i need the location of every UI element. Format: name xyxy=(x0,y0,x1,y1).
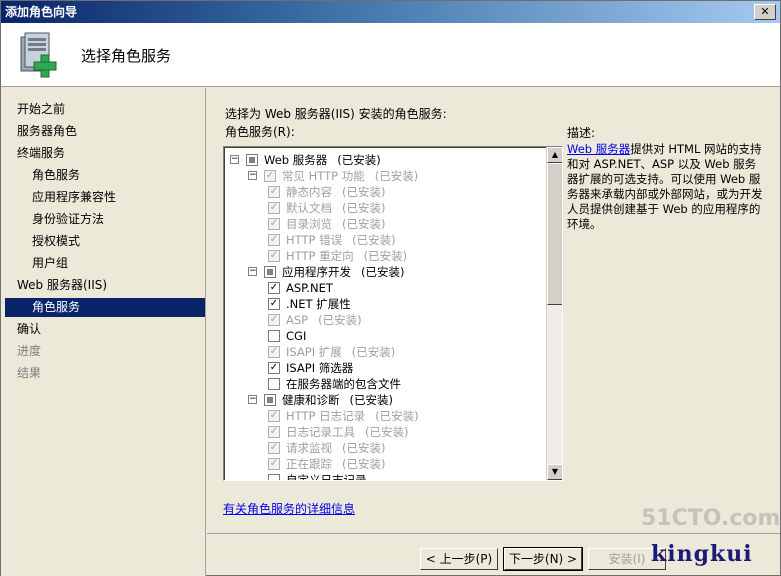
collapse-icon[interactable]: − xyxy=(230,155,239,164)
checkbox: ✓ xyxy=(268,218,280,230)
checkbox: ✓ xyxy=(268,250,280,262)
tree-item-label: 健康和诊断 (已安装) xyxy=(282,393,393,407)
scroll-up-button[interactable]: ▲ xyxy=(547,147,562,163)
checkbox: ✓ xyxy=(268,458,280,470)
nav-item[interactable]: 终端服务 xyxy=(1,144,205,163)
site-watermark: 51CTO.com xyxy=(641,506,781,531)
web-server-link[interactable]: Web 服务器 xyxy=(567,142,630,156)
nav-item: 进度 xyxy=(17,344,42,358)
server-add-icon xyxy=(20,32,57,78)
wizard-nav: 开始之前 服务器角色 终端服务 角色服务 应用程序兼容性 身份验证方法 授权模式 用户组 Web… xyxy=(1,88,206,576)
checkbox[interactable]: ✓ xyxy=(268,282,280,294)
checkbox: ✓ xyxy=(268,442,280,454)
checkbox[interactable] xyxy=(246,154,258,166)
installed-status: (已安装) xyxy=(349,393,393,407)
installed-status: (已安装) xyxy=(374,169,419,183)
tree-item-label: 常见 HTTP 功能 (已安装) xyxy=(282,169,419,183)
page-title: 选择角色服务 xyxy=(81,47,172,65)
collapse-icon[interactable]: − xyxy=(248,395,257,404)
tree-item-label: 目录浏览 (已安装) xyxy=(286,217,386,231)
installed-status: (已安装) xyxy=(363,249,408,263)
checkbox[interactable] xyxy=(268,474,280,480)
tree-item-label: CGI xyxy=(286,329,307,343)
checkbox[interactable] xyxy=(264,266,276,278)
installed-status: (已安装) xyxy=(342,217,386,231)
nav-item[interactable]: 角色服务 xyxy=(1,166,205,185)
installed-status: (已安装) xyxy=(352,233,396,247)
checkbox[interactable] xyxy=(268,330,280,342)
role-services-tree[interactable]: ▲ ▼ − Web 服务器 (已安装) − ✓ 常见 HTTP 功能 (已安装) ✓ 静态内容(… xyxy=(223,146,563,481)
tree-item-label: HTTP 重定向 (已安装) xyxy=(286,249,408,263)
scroll-thumb[interactable] xyxy=(547,163,562,305)
tree-item-label: 默认文档 (已安装) xyxy=(286,201,386,215)
tree-item-label: 自定义日志记录 xyxy=(286,473,367,481)
author-watermark: kingkui xyxy=(651,541,753,567)
tree-item-label: 在服务器端的包含文件 xyxy=(286,377,401,391)
nav-item[interactable]: 授权模式 xyxy=(1,232,205,251)
checkbox: ✓ xyxy=(268,314,280,326)
description-title: 描述: xyxy=(567,126,596,140)
wizard-header: 选择角色服务 xyxy=(1,23,780,87)
more-info-link[interactable]: 有关角色服务的详细信息 xyxy=(223,500,355,517)
prev-button[interactable]: < 上一步(P) xyxy=(420,548,498,570)
description-text: Web 服务器提供对 HTML 网站的支持和对 ASP.NET、ASP 以及 W… xyxy=(567,142,763,232)
tree-item-label: 正在跟踪 (已安装) xyxy=(286,457,386,471)
nav-item[interactable]: 服务器角色 xyxy=(1,122,205,141)
nav-item[interactable]: 身份验证方法 xyxy=(1,210,205,229)
installed-status: (已安装) xyxy=(342,201,386,215)
installed-status: (已安装) xyxy=(351,345,396,359)
tree-item-label: Web 服务器 (已安装) xyxy=(264,153,381,167)
installed-status: (已安装) xyxy=(342,185,386,199)
checkbox[interactable]: ✓ xyxy=(268,298,280,310)
nav-item[interactable]: 确认 xyxy=(1,320,205,339)
role-services-label: 角色服务(R): xyxy=(225,125,295,139)
tree-item-label: ISAPI 扩展 (已安装) xyxy=(286,345,396,359)
next-button[interactable]: 下一步(N) > xyxy=(503,547,583,571)
tree-item-label: ISAPI 筛选器 xyxy=(286,361,354,375)
tree-item-label: ASP (已安装) xyxy=(286,313,362,327)
tree-item-label: 静态内容 (已安装) xyxy=(286,185,386,199)
window-title: 添加角色向导 xyxy=(5,5,78,19)
checkbox: ✓ xyxy=(268,346,280,358)
checkbox: ✓ xyxy=(268,234,280,246)
checkbox[interactable]: ✓ xyxy=(268,362,280,374)
tree-item-label: HTTP 错误 (已安装) xyxy=(286,233,396,247)
title-bar[interactable]: 添加角色向导 ✕ xyxy=(1,1,780,23)
installed-status: (已安装) xyxy=(318,313,362,327)
checkbox[interactable] xyxy=(268,378,280,390)
tree-item-label: HTTP 日志记录 (已安装) xyxy=(286,409,419,423)
checkbox[interactable] xyxy=(264,394,276,406)
nav-item[interactable]: Web 服务器(IIS) xyxy=(1,276,205,295)
nav-item[interactable]: 应用程序兼容性 xyxy=(1,188,205,207)
wizard-window: 添加角色向导 ✕ 选择角色服务 开始之前 服务器角色 终端服务 角色服务 应用程序兼容性… xyxy=(0,0,781,576)
tree-item-label: ASP.NET xyxy=(286,281,333,295)
main-panel: 选择为 Web 服务器(IIS) 安装的角色服务: 角色服务(R): ▲ ▼ −… xyxy=(207,88,780,533)
nav-item[interactable]: 开始之前 xyxy=(1,100,205,119)
installed-status: (已安装) xyxy=(375,409,419,423)
installed-status: (已安装) xyxy=(342,441,386,455)
scroll-down-button[interactable]: ▼ xyxy=(547,464,562,480)
tree-item-label: 请求监视 (已安装) xyxy=(286,441,386,455)
collapse-icon[interactable]: − xyxy=(248,267,257,276)
checkbox: ✓ xyxy=(268,410,280,422)
tree-item-label: 应用程序开发 (已安装) xyxy=(282,265,405,279)
checkbox: ✓ xyxy=(268,202,280,214)
intro-text: 选择为 Web 服务器(IIS) 安装的角色服务: xyxy=(225,107,447,121)
installed-status: (已安装) xyxy=(361,265,405,279)
installed-status: (已安装) xyxy=(337,153,381,167)
tree-scrollbar[interactable]: ▲ ▼ xyxy=(546,147,562,480)
nav-item: 结果 xyxy=(17,366,42,380)
installed-status: (已安装) xyxy=(365,425,409,439)
nav-item[interactable]: 用户组 xyxy=(1,254,205,273)
nav-item[interactable]: 角色服务 xyxy=(5,298,205,317)
checkbox: ✓ xyxy=(268,186,280,198)
checkbox: ✓ xyxy=(268,426,280,438)
installed-status: (已安装) xyxy=(342,457,386,471)
collapse-icon[interactable]: − xyxy=(248,171,257,180)
checkbox: ✓ xyxy=(264,170,276,182)
tree-item-label: .NET 扩展性 xyxy=(286,297,351,311)
tree-item-label: 日志记录工具 (已安装) xyxy=(286,425,409,439)
close-button[interactable]: ✕ xyxy=(754,4,776,20)
